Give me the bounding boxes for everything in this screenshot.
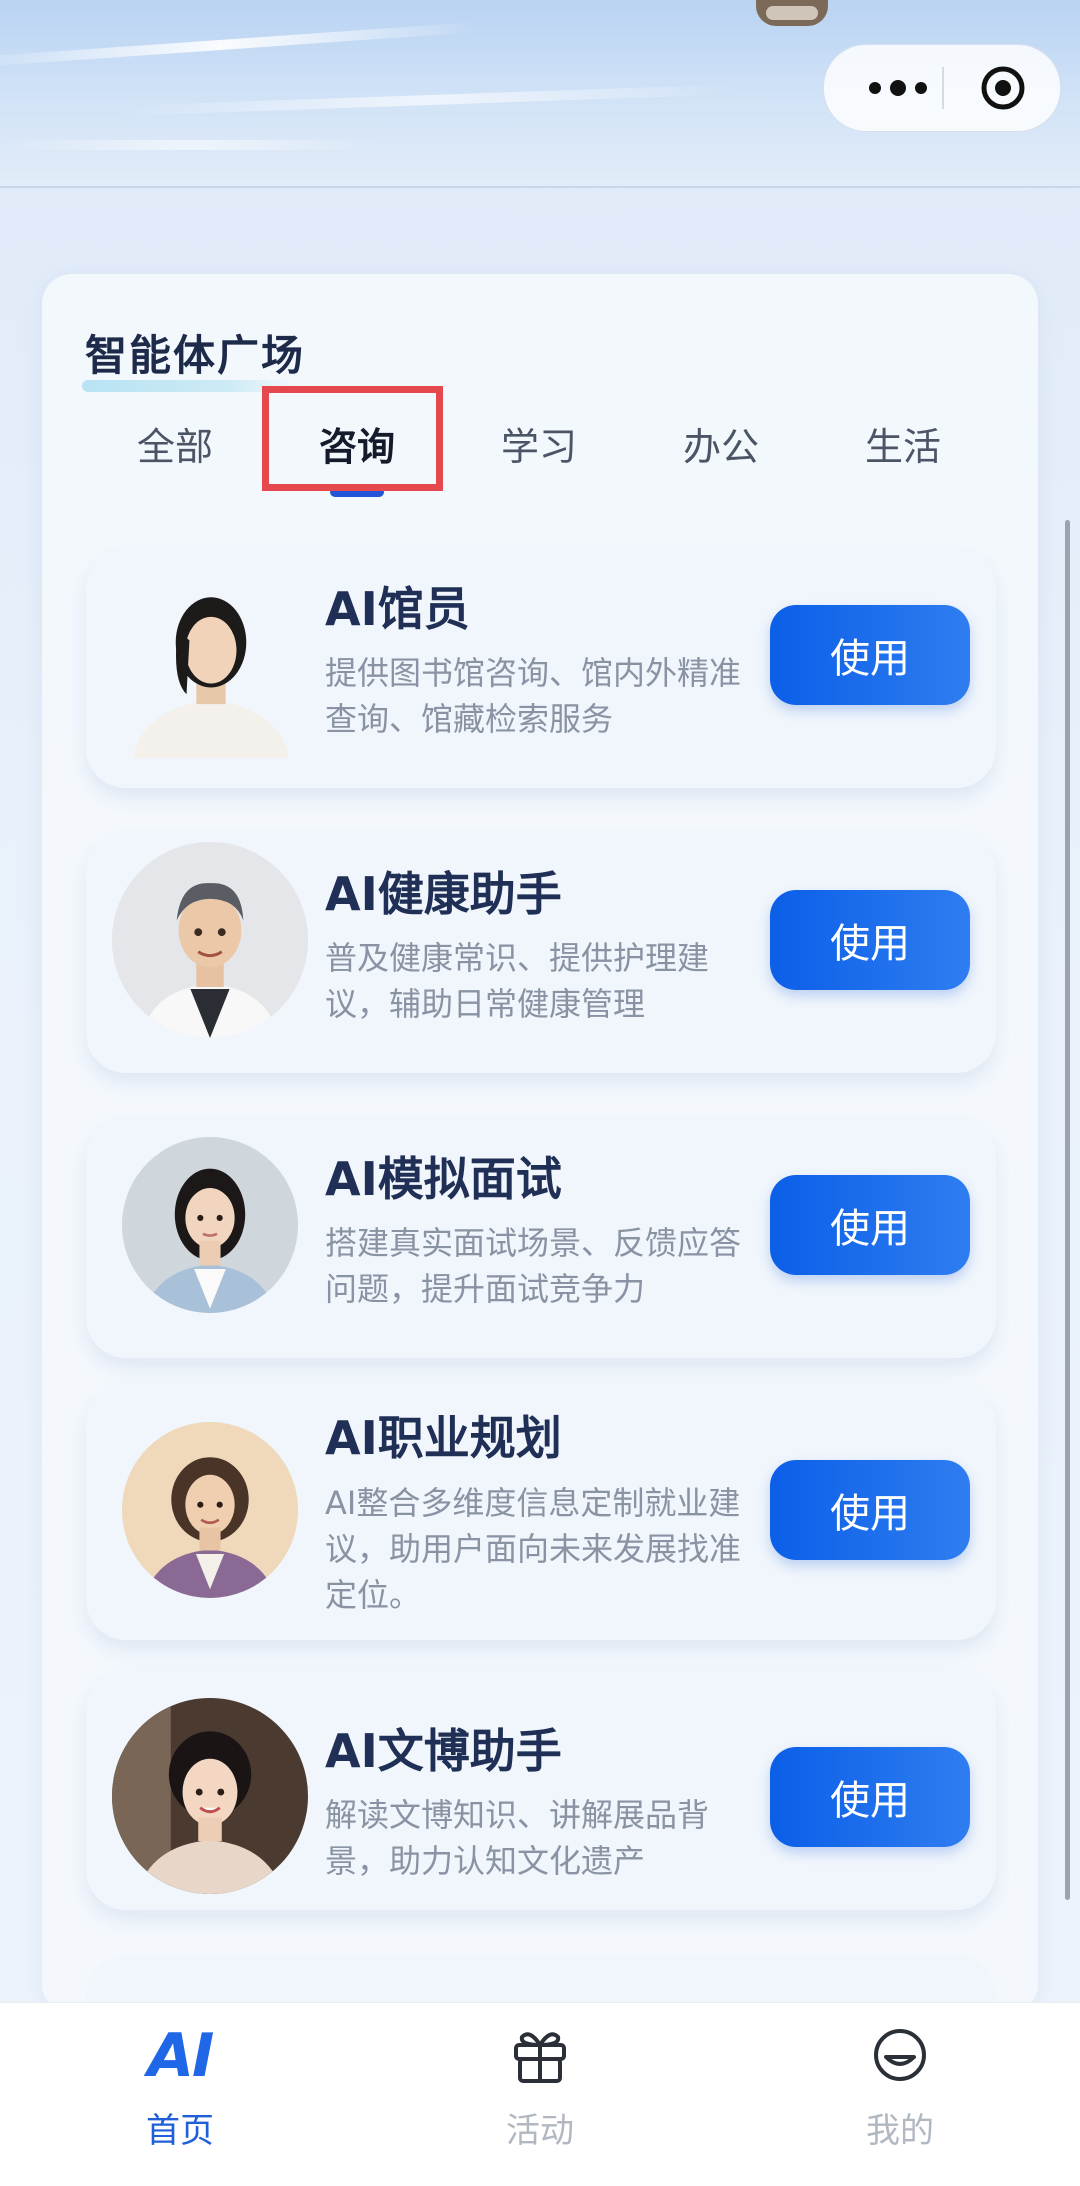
tab-study[interactable]: 学习	[474, 415, 604, 471]
smile-face-icon	[868, 2023, 932, 2087]
use-button[interactable]: 使用	[770, 890, 970, 990]
tab-life[interactable]: 生活	[838, 415, 968, 471]
nav-label: 首页	[146, 2111, 214, 2151]
use-button[interactable]: 使用	[770, 1175, 970, 1275]
bottom-nav: AI 首页 活动 我的	[0, 2002, 1080, 2186]
agent-name: AI文博助手	[325, 1724, 562, 1778]
nav-activity[interactable]: 活动	[450, 2003, 630, 2186]
capsule-divider	[942, 67, 944, 109]
more-dots-icon[interactable]	[858, 71, 938, 105]
banner-figure	[756, 0, 828, 26]
section-title: 智能体广场	[85, 331, 306, 380]
nav-home[interactable]: AI 首页	[90, 2003, 270, 2186]
ai-logo-icon: AI	[147, 2021, 215, 2091]
agent-name: AI模拟面试	[325, 1152, 562, 1206]
agent-description: 提供图书馆咨询、馆内外精准查询、馆藏检索服务	[325, 654, 742, 738]
tab-all[interactable]: 全部	[110, 415, 240, 471]
nav-mine[interactable]: 我的	[810, 2003, 990, 2186]
agent-description: AI整合多维度信息定制就业建议，助用户面向未来发展找准定位。	[325, 1484, 742, 1614]
use-button[interactable]: 使用	[770, 1460, 970, 1560]
record-target-icon[interactable]	[979, 64, 1027, 112]
nav-label: 我的	[866, 2111, 934, 2151]
gift-icon	[508, 2023, 572, 2087]
active-tab-indicator	[330, 487, 384, 497]
agent-name: AI健康助手	[325, 867, 562, 921]
agent-name: AI馆员	[325, 582, 470, 636]
agent-name: AI职业规划	[325, 1411, 562, 1465]
tab-consult[interactable]: 咨询	[292, 415, 422, 471]
librarian-avatar	[113, 562, 309, 758]
agent-description: 搭建真实面试场景、反馈应答问题，提升面试竞争力	[325, 1224, 742, 1308]
scrollbar[interactable]	[1065, 520, 1070, 1900]
doctor-avatar	[112, 842, 308, 1038]
agent-description: 普及健康常识、提供护理建议，辅助日常健康管理	[325, 939, 710, 1023]
use-button[interactable]: 使用	[770, 605, 970, 705]
nav-label: 活动	[506, 2111, 574, 2151]
museum-guide-avatar	[112, 1698, 308, 1894]
mini-program-capsule	[823, 44, 1061, 132]
use-button[interactable]: 使用	[770, 1747, 970, 1847]
agent-description: 解读文博知识、讲解展品背景，助力认知文化遗产	[325, 1796, 710, 1880]
interviewer-avatar	[122, 1137, 298, 1313]
tab-office[interactable]: 办公	[656, 415, 786, 471]
career-advisor-avatar	[122, 1422, 298, 1598]
banner-divider	[0, 186, 1080, 188]
